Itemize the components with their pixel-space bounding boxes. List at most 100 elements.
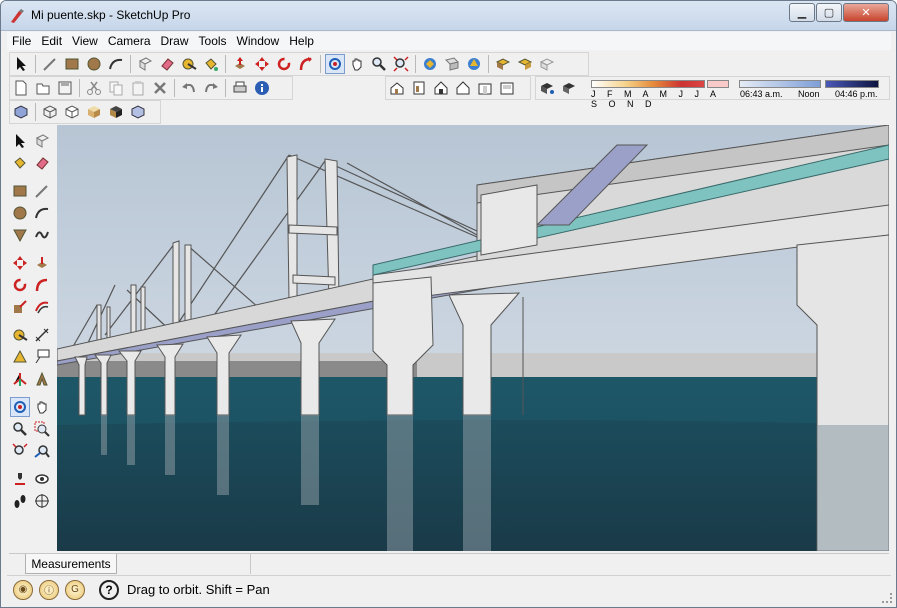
redo-icon[interactable]	[201, 78, 221, 98]
circle-icon[interactable]	[84, 54, 104, 74]
copy-icon[interactable]	[106, 78, 126, 98]
new-icon[interactable]	[11, 78, 31, 98]
model-info-icon[interactable]	[252, 78, 272, 98]
arc-icon[interactable]	[106, 54, 126, 74]
zoom-extents-icon[interactable]	[10, 441, 30, 461]
freehand-icon[interactable]	[32, 225, 52, 245]
top-view-icon[interactable]	[409, 78, 429, 98]
push-pull-icon[interactable]	[32, 253, 52, 273]
wireframe-icon[interactable]	[40, 102, 60, 122]
undo-icon[interactable]	[179, 78, 199, 98]
tape-icon[interactable]	[179, 54, 199, 74]
delete-icon[interactable]	[150, 78, 170, 98]
credits-icon[interactable]: ⓘ	[39, 579, 59, 600]
shadow-settings-icon[interactable]	[537, 78, 557, 98]
display-shadows-icon[interactable]	[559, 78, 579, 98]
user-account-icon[interactable]: G	[65, 579, 85, 600]
time-slider-end[interactable]	[825, 80, 879, 88]
zoom-icon[interactable]	[10, 419, 30, 439]
dimension-icon[interactable]	[32, 325, 52, 345]
preview-google-earth-icon[interactable]	[515, 54, 535, 74]
select-icon[interactable]	[10, 131, 30, 151]
orbit-icon[interactable]	[10, 397, 30, 417]
date-slider-thumb[interactable]	[707, 80, 729, 88]
xray-icon[interactable]	[11, 102, 31, 122]
paint-bucket-icon[interactable]	[201, 54, 221, 74]
measurements-input[interactable]	[119, 554, 251, 574]
hidden-line-icon[interactable]	[62, 102, 82, 122]
position-camera-icon[interactable]	[10, 469, 30, 489]
menu-file[interactable]: File	[7, 34, 36, 48]
move-icon[interactable]	[10, 253, 30, 273]
geo-location-icon[interactable]: ◉	[13, 579, 33, 600]
close-button[interactable]: ✕	[843, 3, 889, 22]
menu-camera[interactable]: Camera	[103, 34, 156, 48]
circle-icon[interactable]	[10, 203, 30, 223]
select-icon[interactable]	[11, 54, 31, 74]
eraser-icon[interactable]	[32, 153, 52, 173]
modeling-viewport[interactable]	[57, 125, 889, 551]
line-icon[interactable]	[40, 54, 60, 74]
previous-view-icon[interactable]	[32, 441, 52, 461]
make-component-icon[interactable]	[32, 131, 52, 151]
back-view-icon[interactable]	[475, 78, 495, 98]
pan-icon[interactable]	[32, 397, 52, 417]
menu-view[interactable]: View	[67, 34, 103, 48]
shaded-icon[interactable]	[84, 102, 104, 122]
push-pull-icon[interactable]	[230, 54, 250, 74]
zoom-extents-icon[interactable]	[391, 54, 411, 74]
minimize-button[interactable]: ▁	[789, 3, 815, 22]
front-view-icon[interactable]	[431, 78, 451, 98]
rectangle-icon[interactable]	[62, 54, 82, 74]
follow-me-icon[interactable]	[32, 275, 52, 295]
pan-icon[interactable]	[347, 54, 367, 74]
walk-icon[interactable]	[10, 491, 30, 511]
polygon-icon[interactable]	[10, 225, 30, 245]
erase-icon[interactable]	[157, 54, 177, 74]
help-icon[interactable]: ?	[99, 579, 119, 600]
shadow-time-slider[interactable]	[739, 80, 821, 88]
axes-icon[interactable]	[10, 369, 30, 389]
3d-text-icon[interactable]	[32, 369, 52, 389]
left-view-icon[interactable]	[497, 78, 517, 98]
photo-textures-icon[interactable]	[493, 54, 513, 74]
scale-icon[interactable]	[10, 297, 30, 317]
menu-tools[interactable]: Tools	[194, 34, 232, 48]
print-icon[interactable]	[230, 78, 250, 98]
resize-grip[interactable]	[882, 593, 892, 603]
section-plane-icon[interactable]	[32, 491, 52, 511]
rotate-icon[interactable]	[10, 275, 30, 295]
text-icon[interactable]	[32, 347, 52, 367]
menu-draw[interactable]: Draw	[156, 34, 194, 48]
orbit-icon[interactable]	[325, 54, 345, 74]
offset-icon[interactable]	[32, 297, 52, 317]
menu-edit[interactable]: Edit	[36, 34, 67, 48]
iso-view-icon[interactable]	[387, 78, 407, 98]
maximize-button[interactable]: ▢	[816, 3, 842, 22]
protractor-icon[interactable]	[10, 347, 30, 367]
toggle-terrain-icon[interactable]	[537, 54, 557, 74]
move-icon[interactable]	[252, 54, 272, 74]
arc-icon[interactable]	[32, 203, 52, 223]
line-icon[interactable]	[32, 181, 52, 201]
save-icon[interactable]	[55, 78, 75, 98]
get-models-icon[interactable]	[420, 54, 440, 74]
cut-icon[interactable]	[84, 78, 104, 98]
shaded-texture-icon[interactable]	[106, 102, 126, 122]
share-component-icon[interactable]	[464, 54, 484, 74]
look-around-icon[interactable]	[32, 469, 52, 489]
paint-bucket-icon[interactable]	[10, 153, 30, 173]
follow-me-icon[interactable]	[296, 54, 316, 74]
open-icon[interactable]	[33, 78, 53, 98]
rectangle-icon[interactable]	[10, 181, 30, 201]
menu-window[interactable]: Window	[232, 34, 285, 48]
rotate-icon[interactable]	[274, 54, 294, 74]
zoom-icon[interactable]	[369, 54, 389, 74]
share-model-icon[interactable]	[442, 54, 462, 74]
menu-help[interactable]: Help	[284, 34, 319, 48]
zoom-window-icon[interactable]	[32, 419, 52, 439]
tape-measure-icon[interactable]	[10, 325, 30, 345]
paste-icon[interactable]	[128, 78, 148, 98]
right-view-icon[interactable]	[453, 78, 473, 98]
monochrome-icon[interactable]	[128, 102, 148, 122]
